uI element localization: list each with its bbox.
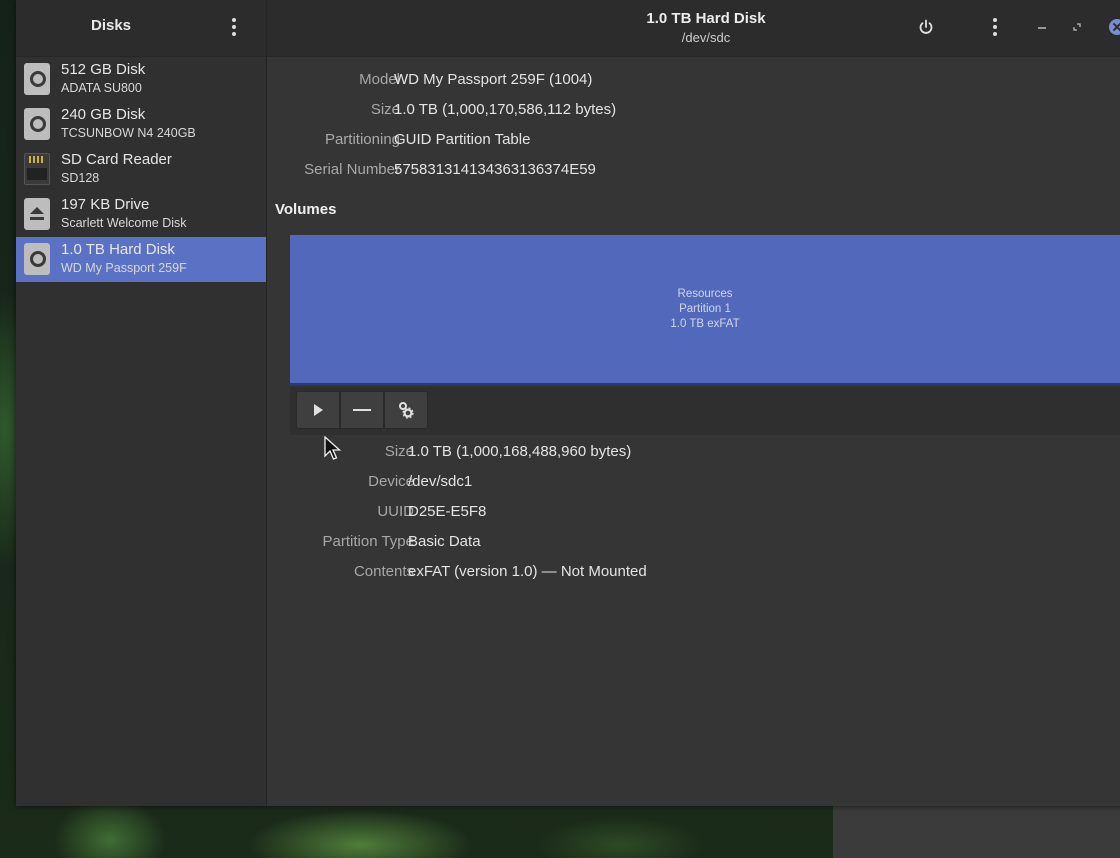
disk-device-path: /dev/sdc bbox=[681, 30, 731, 45]
serial-number-label: Serial Number bbox=[304, 161, 400, 178]
contents-label: Contents bbox=[353, 563, 414, 580]
sidebar-title: Disks bbox=[90, 17, 132, 34]
sidebar-item-512gb-disk[interactable]: 512 GB Disk ADATA SU800 bbox=[16, 57, 266, 102]
close-button[interactable] bbox=[1103, 13, 1120, 41]
mouse-cursor-icon bbox=[324, 436, 342, 460]
size-value: 1.0 TB (1,000,170,586,112 bytes) bbox=[394, 101, 617, 118]
sidebar-item-sd-card-reader[interactable]: SD Card Reader SD128 bbox=[16, 147, 266, 192]
disks-window: Disks 512 GB Disk ADATA SU800 240 GB Dis… bbox=[16, 0, 1120, 806]
hard-disk-icon bbox=[24, 108, 52, 142]
disk-model: ADATA SU800 bbox=[61, 81, 142, 95]
gears-icon bbox=[399, 402, 414, 419]
disk-details: Model WD My Passport 259F (1004) Size 1.… bbox=[267, 57, 1120, 806]
close-icon bbox=[1109, 19, 1120, 35]
power-off-button[interactable] bbox=[912, 13, 940, 41]
power-icon bbox=[919, 19, 933, 34]
partition-type-label: Partition Type bbox=[322, 533, 414, 550]
hard-disk-icon bbox=[24, 63, 52, 97]
uuid-value: D25E-E5F8 bbox=[408, 503, 487, 520]
sidebar-item-1tb-hard-disk[interactable]: 1.0 TB Hard Disk WD My Passport 259F bbox=[16, 237, 266, 282]
disk-model: Scarlett Welcome Disk bbox=[61, 216, 187, 230]
disk-name: 1.0 TB Hard Disk bbox=[61, 241, 175, 258]
disk-name: SD Card Reader bbox=[61, 151, 172, 168]
removable-drive-icon bbox=[24, 198, 52, 232]
partition-name: Resources bbox=[677, 287, 733, 300]
minus-icon bbox=[353, 409, 371, 411]
partition-summary: 1.0 TB exFAT bbox=[670, 317, 740, 330]
contents-value: exFAT (version 1.0) — Not Mounted bbox=[408, 563, 647, 580]
drive-options-menu-icon[interactable] bbox=[985, 15, 1005, 39]
disk-name: 512 GB Disk bbox=[61, 61, 146, 78]
header-bar: 1.0 TB Hard Disk /dev/sdc bbox=[267, 0, 1120, 57]
desktop-panel bbox=[833, 806, 1120, 858]
partition-size-value: 1.0 TB (1,000,168,488,960 bytes) bbox=[408, 443, 632, 460]
app-menu-icon[interactable] bbox=[224, 15, 244, 39]
partition-options-button[interactable] bbox=[384, 391, 428, 429]
disk-name: 240 GB Disk bbox=[61, 106, 146, 123]
disk-title: 1.0 TB Hard Disk bbox=[646, 10, 766, 27]
model-value: WD My Passport 259F (1004) bbox=[394, 71, 593, 88]
partition-block[interactable]: Resources Partition 1 1.0 TB exFAT bbox=[290, 235, 1120, 385]
maximize-icon bbox=[1073, 23, 1081, 31]
sidebar-item-197kb-drive[interactable]: 197 KB Drive Scarlett Welcome Disk bbox=[16, 192, 266, 237]
partition-type-value: Basic Data bbox=[408, 533, 481, 550]
minimize-button[interactable] bbox=[1028, 13, 1056, 41]
delete-partition-button[interactable] bbox=[340, 391, 384, 429]
volume-map: Resources Partition 1 1.0 TB exFAT bbox=[290, 235, 1120, 385]
disk-sidebar: Disks 512 GB Disk ADATA SU800 240 GB Dis… bbox=[16, 0, 267, 806]
play-icon bbox=[314, 404, 323, 416]
minimize-icon bbox=[1038, 27, 1046, 29]
disk-name: 197 KB Drive bbox=[61, 196, 150, 213]
disk-model: WD My Passport 259F bbox=[61, 261, 187, 275]
sidebar-header: Disks bbox=[16, 0, 266, 57]
partition-number: Partition 1 bbox=[679, 302, 731, 315]
partitioning-label: Partitioning bbox=[324, 131, 400, 148]
hard-disk-icon bbox=[24, 243, 52, 277]
volumes-heading: Volumes bbox=[275, 201, 337, 218]
mount-button[interactable] bbox=[296, 391, 340, 429]
device-value: /dev/sdc1 bbox=[408, 473, 473, 490]
maximize-button[interactable] bbox=[1063, 13, 1091, 41]
partitioning-value: GUID Partition Table bbox=[394, 131, 531, 148]
sd-card-reader-icon bbox=[24, 153, 52, 187]
serial-number-value: 575831314134363136374E59 bbox=[394, 161, 596, 178]
volume-toolbar bbox=[290, 387, 1120, 435]
disk-model: TCSUNBOW N4 240GB bbox=[61, 126, 196, 140]
sidebar-item-240gb-disk[interactable]: 240 GB Disk TCSUNBOW N4 240GB bbox=[16, 102, 266, 147]
disk-model: SD128 bbox=[61, 171, 100, 185]
